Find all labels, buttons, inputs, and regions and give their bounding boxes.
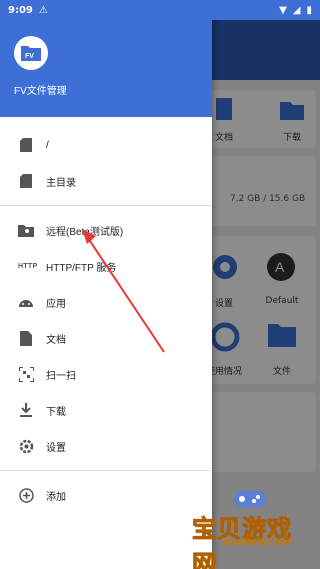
divider: [0, 205, 212, 206]
nav-item-add[interactable]: 添加: [0, 477, 212, 513]
download-icon: [18, 402, 34, 418]
nav-item-label: 添加: [46, 491, 66, 503]
add-circle-icon: [18, 487, 34, 503]
scan-icon: [18, 366, 34, 382]
nav-item-label: 设置: [46, 442, 66, 454]
status-time: 9:09: [8, 4, 33, 16]
nav-item-label: HTTP/FTP 服务: [46, 262, 117, 274]
gamepad-icon: [234, 491, 266, 507]
nav-item-http-ftp[interactable]: HTTP HTTP/FTP 服务: [0, 248, 212, 284]
app-logo: FV: [14, 36, 48, 70]
signal-icon: ◢: [292, 4, 301, 16]
wifi-icon: ▼: [279, 4, 287, 16]
http-icon: HTTP: [18, 262, 38, 270]
app-title: FV文件管理: [14, 86, 67, 97]
nav-item-downloads[interactable]: 下载: [0, 392, 212, 428]
remote-folder-icon: [18, 222, 34, 238]
watermark: 宝贝游戏网 baobeiy.com: [186, 483, 312, 569]
sd-card-icon: [18, 173, 34, 189]
nav-item-label: 应用: [46, 298, 66, 310]
navigation-drawer: FV FV文件管理 / 主目录 远程(Beta测试版) HTTP HTTP/FT…: [0, 0, 212, 569]
nav-item-apps[interactable]: 应用: [0, 284, 212, 320]
battery-icon: ▮: [306, 4, 312, 16]
nav-item-remote[interactable]: 远程(Beta测试版): [0, 212, 212, 248]
nav-item-home[interactable]: 主目录: [0, 163, 212, 199]
drawer-nav: / 主目录 远程(Beta测试版) HTTP HTTP/FTP 服务 应用 文档…: [0, 117, 212, 513]
nav-item-label: 下载: [46, 406, 66, 418]
nav-item-documents[interactable]: 文档: [0, 320, 212, 356]
android-icon: [18, 294, 34, 310]
gear-icon: [18, 438, 34, 454]
sd-card-icon: [18, 137, 34, 153]
nav-item-label: 文档: [46, 334, 66, 346]
nav-item-label: 扫一扫: [46, 370, 76, 382]
nav-item-root[interactable]: /: [0, 127, 212, 163]
watermark-url: baobeiy.com: [222, 537, 293, 548]
nav-item-scan[interactable]: 扫一扫: [0, 356, 212, 392]
warning-icon: ⚠: [38, 4, 48, 16]
nav-item-settings[interactable]: 设置: [0, 428, 212, 464]
svg-text:FV: FV: [25, 53, 34, 60]
nav-item-label: 主目录: [46, 177, 76, 189]
document-icon: [18, 330, 34, 346]
status-bar: 9:09 ⚠ ▼ ◢ ▮: [0, 0, 320, 20]
nav-item-label: 远程(Beta测试版): [46, 226, 124, 238]
divider: [0, 470, 212, 471]
nav-item-label: /: [46, 139, 49, 151]
